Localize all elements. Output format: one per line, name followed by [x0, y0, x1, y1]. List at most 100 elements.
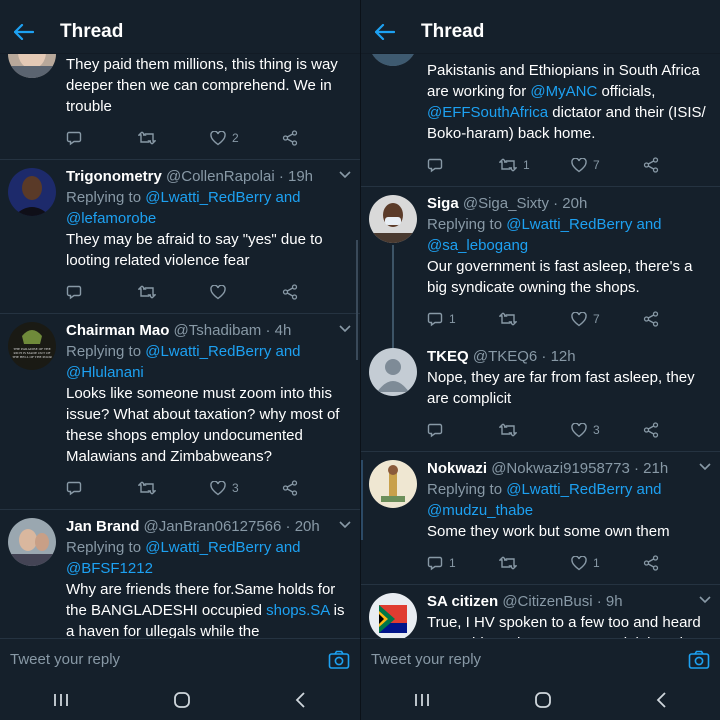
reply-button[interactable]: [427, 422, 499, 438]
retweet-button[interactable]: [138, 131, 210, 145]
like-button[interactable]: 2: [210, 130, 282, 146]
avatar[interactable]: [8, 168, 56, 216]
reply-button[interactable]: 1: [427, 555, 499, 571]
link[interactable]: shops.SA: [266, 602, 329, 619]
tweet-reply-input[interactable]: Tweet your reply: [10, 651, 328, 668]
mention-link[interactable]: @Lwatti_RedBerry and: [506, 216, 661, 233]
tweet[interactable]: They paid them millions, this thing is w…: [0, 54, 360, 160]
like-button[interactable]: 3: [210, 480, 282, 496]
tweet-reply-input[interactable]: Tweet your reply: [371, 651, 688, 668]
reply-icon: [427, 556, 443, 571]
reply-button[interactable]: [66, 480, 138, 496]
tweet-header: TKEQ @TKEQ6 · 12h: [427, 346, 710, 367]
tweet-text: They paid them millions, this thing is w…: [66, 56, 338, 115]
like-button[interactable]: [210, 284, 282, 300]
share-button[interactable]: [282, 480, 304, 496]
share-button[interactable]: [643, 157, 665, 173]
chevron-down-icon[interactable]: [338, 520, 352, 530]
chevron-down-icon[interactable]: [698, 462, 712, 472]
mention-link[interactable]: @sa_lebogang: [427, 237, 528, 254]
mention-link[interactable]: @Lwatti_RedBerry and: [145, 189, 300, 206]
display-name[interactable]: Nokwazi: [427, 460, 487, 477]
display-name[interactable]: SA citizen: [427, 593, 498, 610]
retweet-button[interactable]: 1: [499, 158, 571, 172]
reply-compose-bar[interactable]: Tweet your reply: [361, 638, 720, 680]
recent-apps-icon[interactable]: [52, 692, 70, 708]
share-button[interactable]: [282, 130, 304, 146]
mention-link[interactable]: @Lwatti_RedBerry and: [145, 343, 300, 360]
camera-icon[interactable]: [688, 650, 710, 670]
share-button[interactable]: [643, 555, 665, 571]
mention-link[interactable]: @mudzu_thabe: [427, 502, 533, 519]
share-icon: [282, 130, 298, 146]
retweet-icon: [499, 158, 517, 172]
back-arrow-icon[interactable]: [12, 20, 36, 44]
back-arrow-icon[interactable]: [373, 20, 397, 44]
retweet-button[interactable]: [138, 285, 210, 299]
tweet[interactable]: Jan Brand @JanBran06127566 · 20h Replyin…: [0, 510, 360, 638]
like-button[interactable]: 7: [571, 311, 643, 327]
nav-back-icon[interactable]: [294, 691, 308, 709]
reply-button[interactable]: [66, 284, 138, 300]
chevron-down-icon[interactable]: [698, 595, 712, 605]
handle-time: @Tshadibam · 4h: [173, 322, 292, 339]
like-button[interactable]: 3: [571, 422, 643, 438]
avatar[interactable]: [8, 54, 56, 78]
share-button[interactable]: [643, 422, 665, 438]
retweet-button[interactable]: [499, 556, 571, 570]
display-name[interactable]: Jan Brand: [66, 518, 139, 535]
retweet-button[interactable]: [499, 423, 571, 437]
avatar[interactable]: [369, 593, 417, 638]
tweet[interactable]: TKEQ @TKEQ6 · 12h Nope, they are far fro…: [361, 340, 720, 452]
avatar[interactable]: [369, 348, 417, 396]
tweet[interactable]: Nokwazi @Nokwazi91958773 · 21h Replying …: [361, 452, 720, 585]
share-button[interactable]: [643, 311, 665, 327]
reply-compose-bar[interactable]: Tweet your reply: [0, 638, 360, 680]
mention-link[interactable]: @Lwatti_RedBerry and: [506, 481, 661, 498]
retweet-count: 1: [523, 158, 530, 172]
mention-link[interactable]: @MyANC: [530, 83, 597, 100]
reply-button[interactable]: 1: [427, 311, 499, 327]
mention-link[interactable]: @EFFSouthAfrica: [427, 104, 548, 121]
tweet[interactable]: THE PARADISE OF THE RICH IS MADE OUT OF …: [0, 314, 360, 510]
camera-icon[interactable]: [328, 650, 350, 670]
avatar[interactable]: [8, 518, 56, 566]
nav-back-icon[interactable]: [655, 691, 669, 709]
reply-button[interactable]: [66, 130, 138, 146]
scrollbar[interactable]: [361, 460, 363, 540]
mention-link[interactable]: @Hlulanani: [66, 364, 144, 381]
chevron-down-icon[interactable]: [338, 324, 352, 334]
tweet[interactable]: SA citizen @CitizenBusi · 9h True, I HV …: [361, 585, 720, 638]
mention-link[interactable]: @lefamorobe: [66, 210, 156, 227]
tweet-actions: [66, 277, 350, 307]
recent-apps-icon[interactable]: [413, 692, 431, 708]
tweet-feed[interactable]: They paid them millions, this thing is w…: [0, 54, 360, 638]
tweet[interactable]: Pakistanis and Ethiopians in South Afric…: [361, 54, 720, 187]
mention-link[interactable]: @BFSF1212: [66, 560, 153, 577]
mention-link[interactable]: @Lwatti_RedBerry and: [145, 539, 300, 556]
like-button[interactable]: 1: [571, 555, 643, 571]
home-icon[interactable]: [173, 691, 191, 709]
tweet-actions: 3: [427, 415, 710, 445]
tweet[interactable]: Trigonometry @CollenRapolai · 19h Replyi…: [0, 160, 360, 314]
retweet-button[interactable]: [499, 312, 571, 326]
share-button[interactable]: [282, 284, 304, 300]
avatar[interactable]: [369, 195, 417, 243]
display-name[interactable]: Siga: [427, 195, 459, 212]
reply-button[interactable]: [427, 157, 499, 173]
like-button[interactable]: 7: [571, 157, 643, 173]
avatar[interactable]: [369, 460, 417, 508]
retweet-button[interactable]: [138, 481, 210, 495]
display-name[interactable]: Trigonometry: [66, 168, 162, 185]
display-name[interactable]: Chairman Mao: [66, 322, 169, 339]
like-count: 2: [232, 131, 239, 145]
tweet-feed[interactable]: Pakistanis and Ethiopians in South Afric…: [361, 54, 720, 638]
tweet[interactable]: Siga @Siga_Sixty · 20h Replying to @Lwat…: [361, 187, 720, 340]
chevron-down-icon[interactable]: [338, 170, 352, 180]
display-name[interactable]: TKEQ: [427, 348, 469, 365]
tweet-actions: 2: [66, 123, 350, 153]
avatar[interactable]: [369, 54, 417, 66]
scrollbar[interactable]: [356, 240, 358, 360]
avatar[interactable]: THE PARADISE OF THE RICH IS MADE OUT OF …: [8, 322, 56, 370]
home-icon[interactable]: [534, 691, 552, 709]
